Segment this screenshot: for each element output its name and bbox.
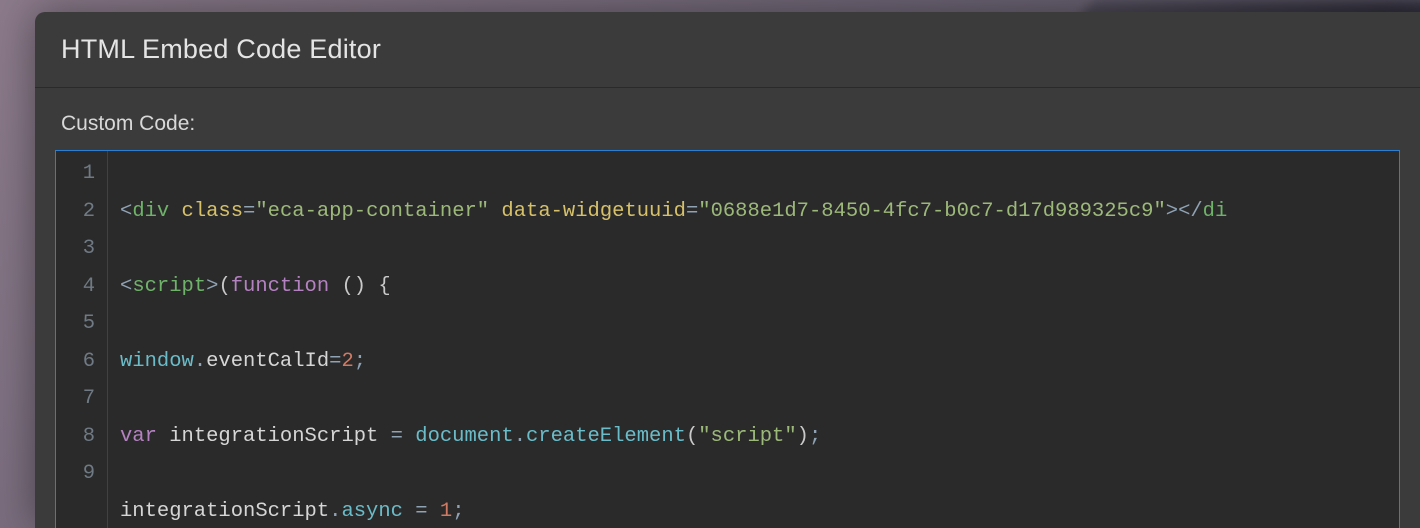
code-line[interactable]: integrationScript.async = 1; [120, 493, 1399, 528]
panel-title: HTML Embed Code Editor [61, 34, 1394, 65]
line-number-gutter: 1 2 3 4 5 6 7 8 9 [56, 151, 108, 528]
section-label: Custom Code: [35, 88, 1420, 150]
code-line[interactable]: window.eventCalId=2; [120, 343, 1399, 381]
line-number: 3 [70, 230, 95, 268]
line-number: 5 [70, 305, 95, 343]
code-editor[interactable]: 1 2 3 4 5 6 7 8 9 <div class="eca-app-co… [56, 151, 1399, 528]
code-content[interactable]: <div class="eca-app-container" data-widg… [108, 151, 1399, 528]
editor-panel: HTML Embed Code Editor Custom Code: 1 2 … [35, 12, 1420, 528]
line-number: 8 [70, 418, 95, 456]
titlebar: HTML Embed Code Editor [35, 12, 1420, 88]
code-line[interactable]: <div class="eca-app-container" data-widg… [120, 193, 1399, 231]
code-editor-frame: 1 2 3 4 5 6 7 8 9 <div class="eca-app-co… [55, 150, 1400, 528]
line-number: 1 [70, 155, 95, 193]
code-line[interactable]: var integrationScript = document.createE… [120, 418, 1399, 456]
line-number: 9 [70, 455, 95, 493]
line-number: 7 [70, 380, 95, 418]
line-number: 4 [70, 268, 95, 306]
line-number: 6 [70, 343, 95, 381]
code-line[interactable]: <script>(function () { [120, 268, 1399, 306]
line-number: 2 [70, 193, 95, 231]
